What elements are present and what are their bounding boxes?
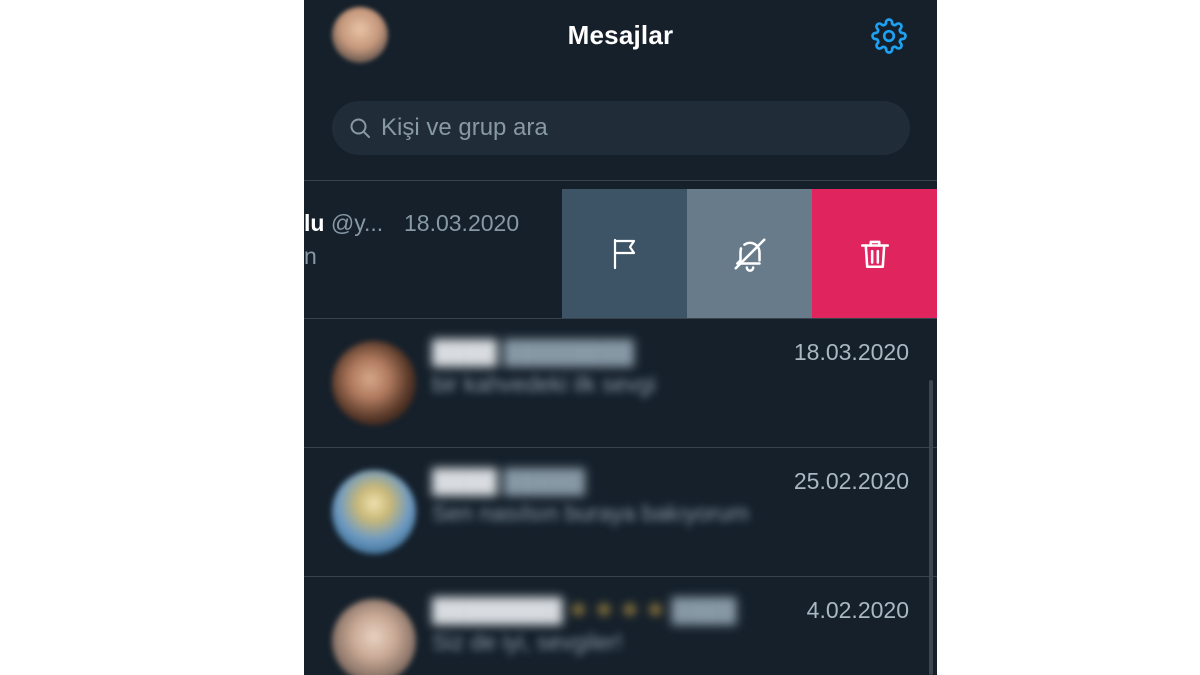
header-divider — [304, 180, 937, 181]
conversation-date: 18.03.2020 — [404, 210, 520, 236]
trash-icon — [860, 240, 889, 268]
conversation-row[interactable]: ████ ████████ 18.03.2020 bir kahvedeki i… — [304, 318, 937, 447]
conversation-row[interactable]: ████████ ✦ ✦ ✦ ✦ ████ 4.02.2020 Siz de i… — [304, 576, 937, 675]
gear-icon — [871, 18, 907, 54]
conversation-preview: n — [304, 243, 317, 269]
page-title: Mesajlar — [567, 20, 674, 50]
avatar[interactable] — [332, 599, 416, 675]
search-input[interactable] — [379, 113, 863, 143]
mute-button[interactable] — [687, 189, 812, 318]
bell-off-icon — [733, 237, 766, 272]
avatar[interactable] — [332, 470, 416, 554]
conversation-name-line: lu @y... — [304, 210, 383, 237]
settings-button[interactable] — [870, 17, 908, 55]
report-button[interactable] — [562, 189, 687, 318]
delete-button[interactable] — [812, 189, 937, 318]
conversation-name: lu — [304, 210, 325, 236]
swiped-conversation-row[interactable]: lu @y... 18.03.2020 n — [304, 189, 937, 318]
conversation-preview: Sen nasılsın buraya bakıyorum — [432, 500, 750, 526]
conversation-handle: @y... — [330, 210, 384, 236]
search-bar[interactable] — [332, 101, 910, 155]
conversation-name: ████ █████ — [432, 468, 586, 494]
conversation-row[interactable]: ████ █████ 25.02.2020 Sen nasılsın buray… — [304, 447, 937, 576]
conversation-date: 4.02.2020 — [806, 597, 909, 623]
conversation-date: 18.03.2020 — [793, 339, 909, 365]
swiped-conversation-content[interactable]: lu @y... 18.03.2020 n — [304, 189, 564, 318]
search-icon — [347, 115, 373, 141]
conversation-preview: bir kahvedeki ilk sevgi — [432, 371, 656, 397]
avatar[interactable] — [332, 341, 416, 425]
scrollbar[interactable] — [929, 380, 933, 675]
conversation-date: 25.02.2020 — [793, 468, 909, 494]
conversation-name: ████████ ✦ ✦ ✦ ✦ ████ — [432, 597, 737, 623]
messages-screen: Mesajlar lu @y... 18.03.2020 — [304, 0, 937, 675]
conversation-preview: Siz de iyi, sevgiler! — [432, 629, 623, 655]
flag-icon — [613, 238, 635, 269]
conversation-name: ████ ████████ — [432, 339, 634, 365]
messages-header: Mesajlar — [304, 0, 937, 180]
